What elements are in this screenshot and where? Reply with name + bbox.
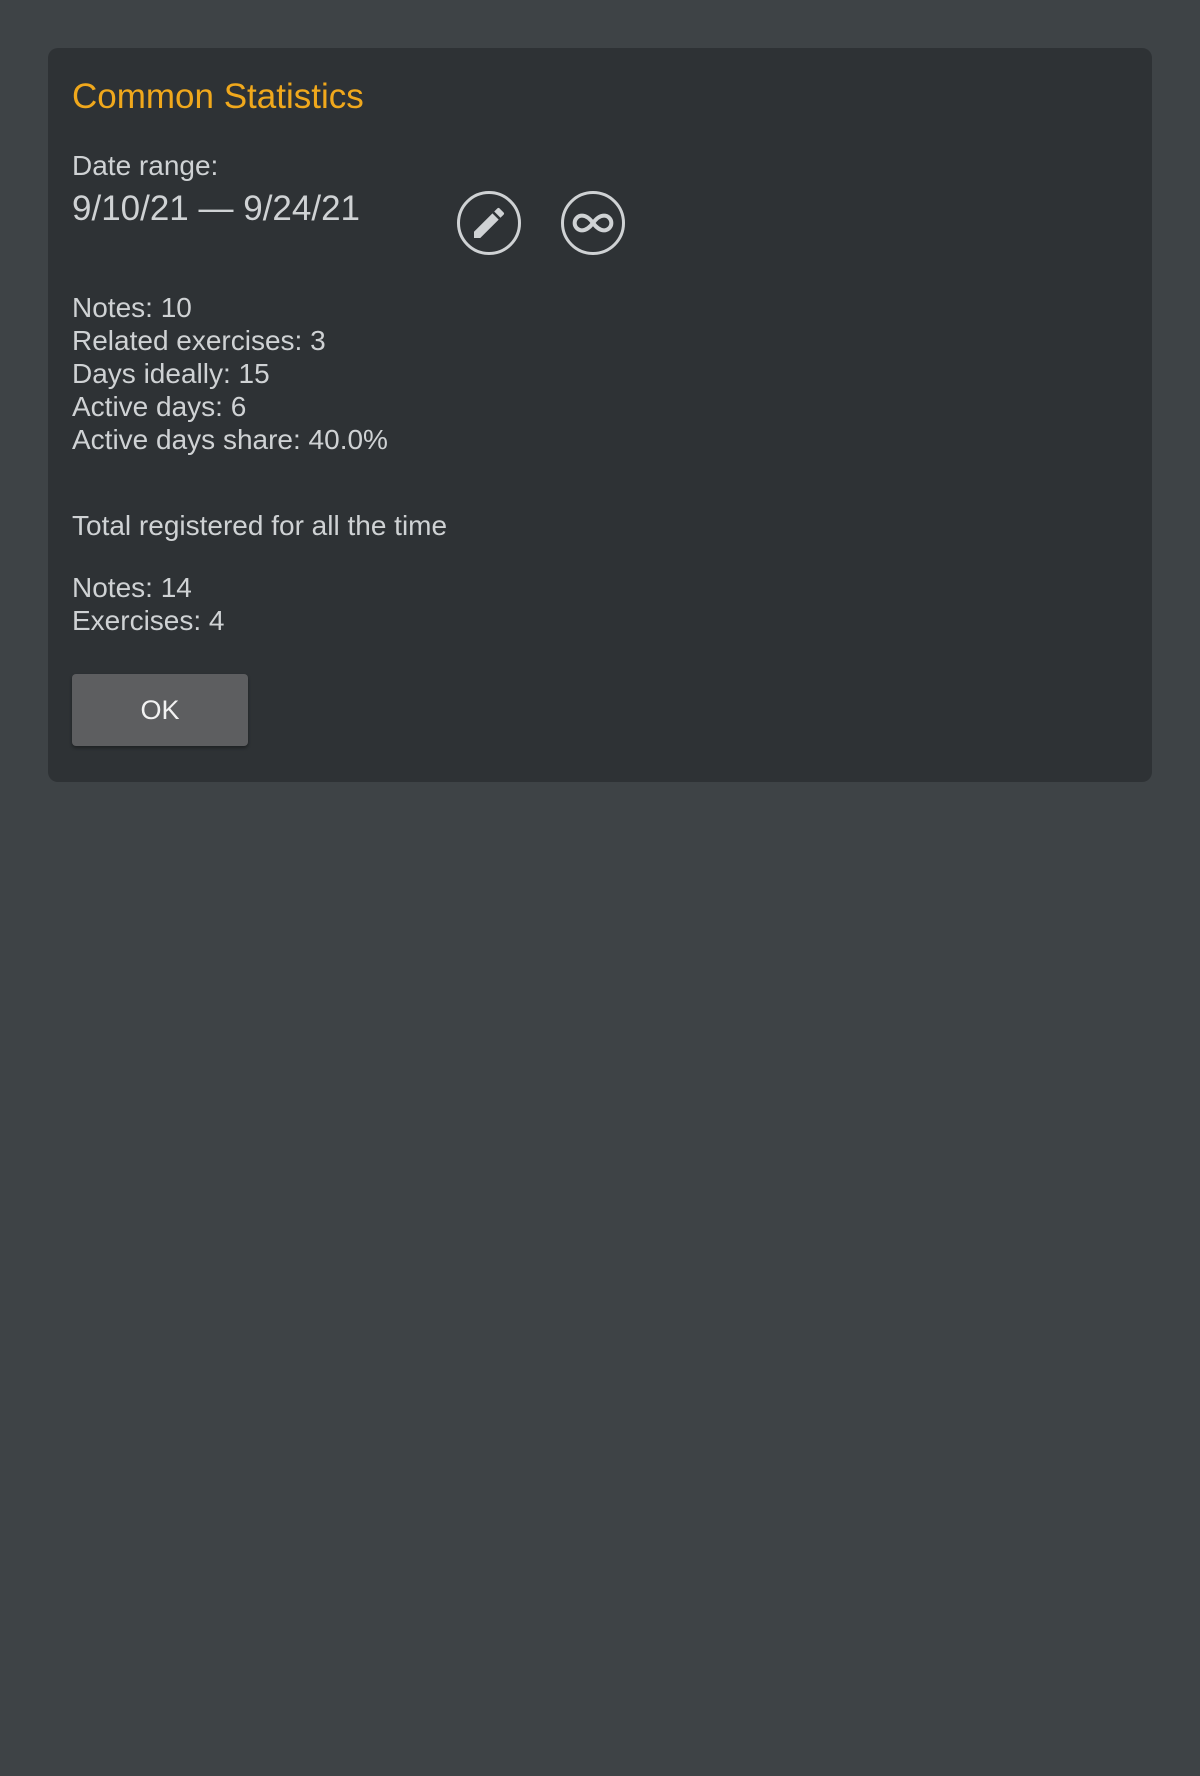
- pencil-icon: [474, 207, 505, 238]
- all-time-range-button[interactable]: [561, 191, 625, 255]
- active-days-count: Active days: 6: [72, 391, 247, 422]
- ok-button[interactable]: OK: [72, 674, 248, 746]
- total-exercises-count: Exercises: 4: [72, 605, 225, 636]
- total-heading: Total registered for all the time: [72, 510, 448, 541]
- edit-date-range-button[interactable]: [457, 191, 521, 255]
- dialog-title: Common Statistics: [72, 77, 364, 116]
- statistics-dialog: Common Statistics Date range: 9/10/21 — …: [48, 48, 1152, 782]
- infinity-icon: [572, 213, 614, 233]
- total-stats: Notes: 14 Exercises: 4: [72, 571, 225, 637]
- active-days-share: Active days share: 40.0%: [72, 424, 388, 455]
- date-range-label: Date range:: [72, 150, 219, 181]
- date-range-value: 9/10/21 — 9/24/21: [72, 189, 360, 228]
- notes-count: Notes: 10: [72, 292, 192, 323]
- total-notes-count: Notes: 14: [72, 572, 192, 603]
- days-ideally-count: Days ideally: 15: [72, 358, 270, 389]
- period-stats: Notes: 10 Related exercises: 3 Days idea…: [72, 291, 388, 456]
- related-exercises-count: Related exercises: 3: [72, 325, 326, 356]
